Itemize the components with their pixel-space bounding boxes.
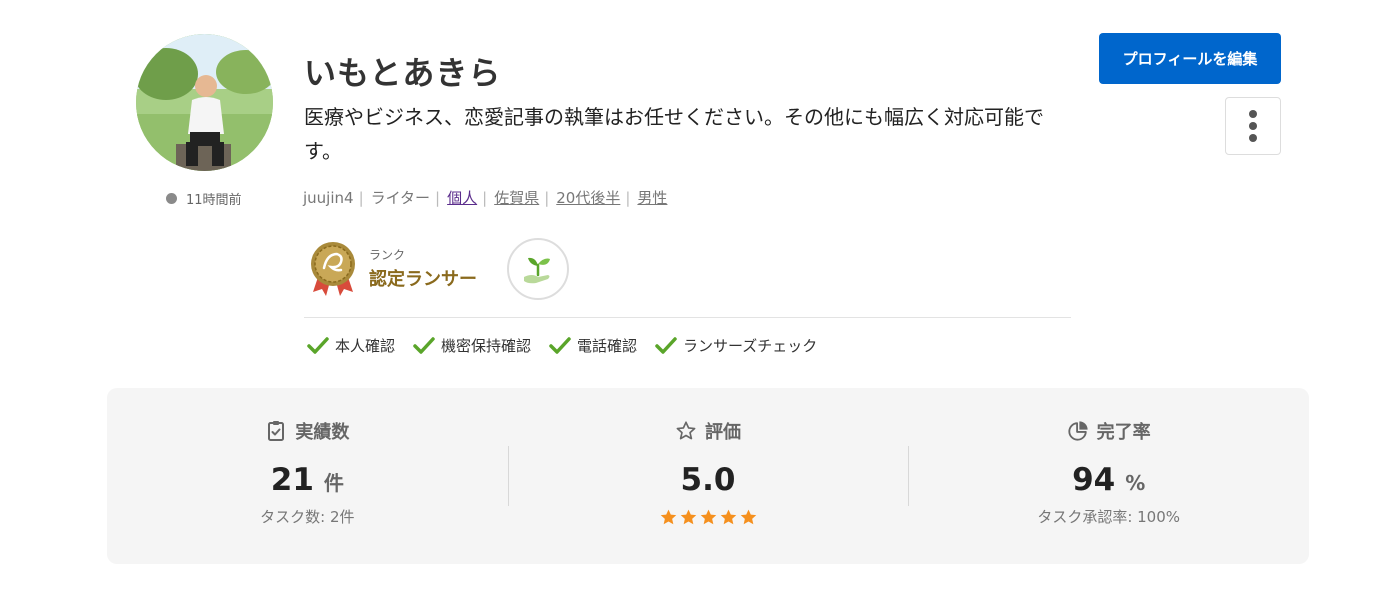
stat-label: 評価 [705,422,741,443]
meta-separator: | [358,188,364,207]
star-filled-icon [740,509,756,525]
star-outline-icon [676,421,696,440]
meta-age-link[interactable]: 20代後半 [556,187,620,208]
verification-label: 機密保持確認 [441,337,532,355]
verification-label: 電話確認 [577,337,638,355]
profile-catchphrase: 医療やビジネス、恋愛記事の執筆はお任せください。その他にも幅広く対応可能です。 [304,105,1044,163]
rank-badge[interactable]: ランク 認定ランサー [309,240,477,296]
check-icon [549,336,571,354]
sprout-icon [524,257,550,284]
meta-gender-link[interactable]: 男性 [637,187,667,208]
profile-name: いもとあきら [304,54,502,92]
stat-achievements: 実績数 21 件 タスク数: 2件 [107,388,508,564]
stat-label: 完了率 [1096,422,1151,443]
stat-sub: タスク承認率: 100% [1037,508,1181,526]
edit-profile-button[interactable]: プロフィールを編集 [1099,33,1281,84]
last-active-text: 11時間前 [186,193,242,208]
meta-separator: | [482,188,488,207]
verification-item: 機密保持確認 [413,335,531,356]
meta-prefecture-link[interactable]: 佐賀県 [494,187,539,208]
more-dot-icon [1249,134,1257,142]
profile-meta: juujin4 | ライター | 個人 | 佐賀県 | 20代後半 | 男性 [303,187,667,208]
meta-occupation: ライター [370,189,431,207]
avatar-photo [136,34,273,171]
meta-separator: | [544,188,550,207]
pie-chart-icon [1068,421,1088,441]
star-filled-icon [720,509,736,525]
meta-separator: | [625,188,631,207]
rating-stars [659,508,758,527]
stat-unit: % [1125,471,1146,495]
verification-label: 本人確認 [335,337,396,355]
stat-value: 21 [270,462,314,498]
star-filled-icon [660,509,676,525]
stat-sub: タスク数: 2件 [260,508,355,526]
meta-type-link[interactable]: 個人 [447,187,477,208]
stat-label: 実績数 [295,422,350,443]
last-active-status: 11時間前 [166,189,242,208]
stat-value: 5.0 [680,462,736,498]
more-dot-icon [1249,122,1257,130]
meta-separator: | [435,188,441,207]
clipboard-check-icon [268,421,285,441]
rank-label: ランク [369,247,406,262]
rank-value: 認定ランサー [369,268,477,290]
stat-rating: 評価 5.0 [507,388,909,564]
meta-username: juujin4 [303,188,354,207]
verification-list: 本人確認 機密保持確認 電話確認 ランサーズチェック [307,335,835,356]
more-dot-icon [1249,110,1257,118]
check-icon [655,336,677,354]
check-icon [307,336,329,354]
stat-completion: 完了率 94 % タスク承認率: 100% [908,388,1309,564]
more-options-button[interactable] [1225,97,1281,155]
sprout-badge[interactable] [507,238,569,300]
rank-medal-icon [311,242,355,296]
star-filled-icon [680,509,696,525]
verification-item: 本人確認 [307,335,395,356]
avatar[interactable] [136,34,273,171]
stats-panel: 実績数 21 件 タスク数: 2件 評価 5.0 完了率 94 % タスク承認率… [107,388,1309,564]
divider [304,317,1071,318]
star-filled-icon [700,509,716,525]
verification-item: ランサーズチェック [655,335,817,356]
status-dot-icon [166,193,177,204]
check-icon [413,336,435,354]
verification-label: ランサーズチェック [683,337,818,355]
stat-value: 94 [1072,462,1116,498]
stat-unit: 件 [323,471,344,495]
verification-item: 電話確認 [549,335,637,356]
